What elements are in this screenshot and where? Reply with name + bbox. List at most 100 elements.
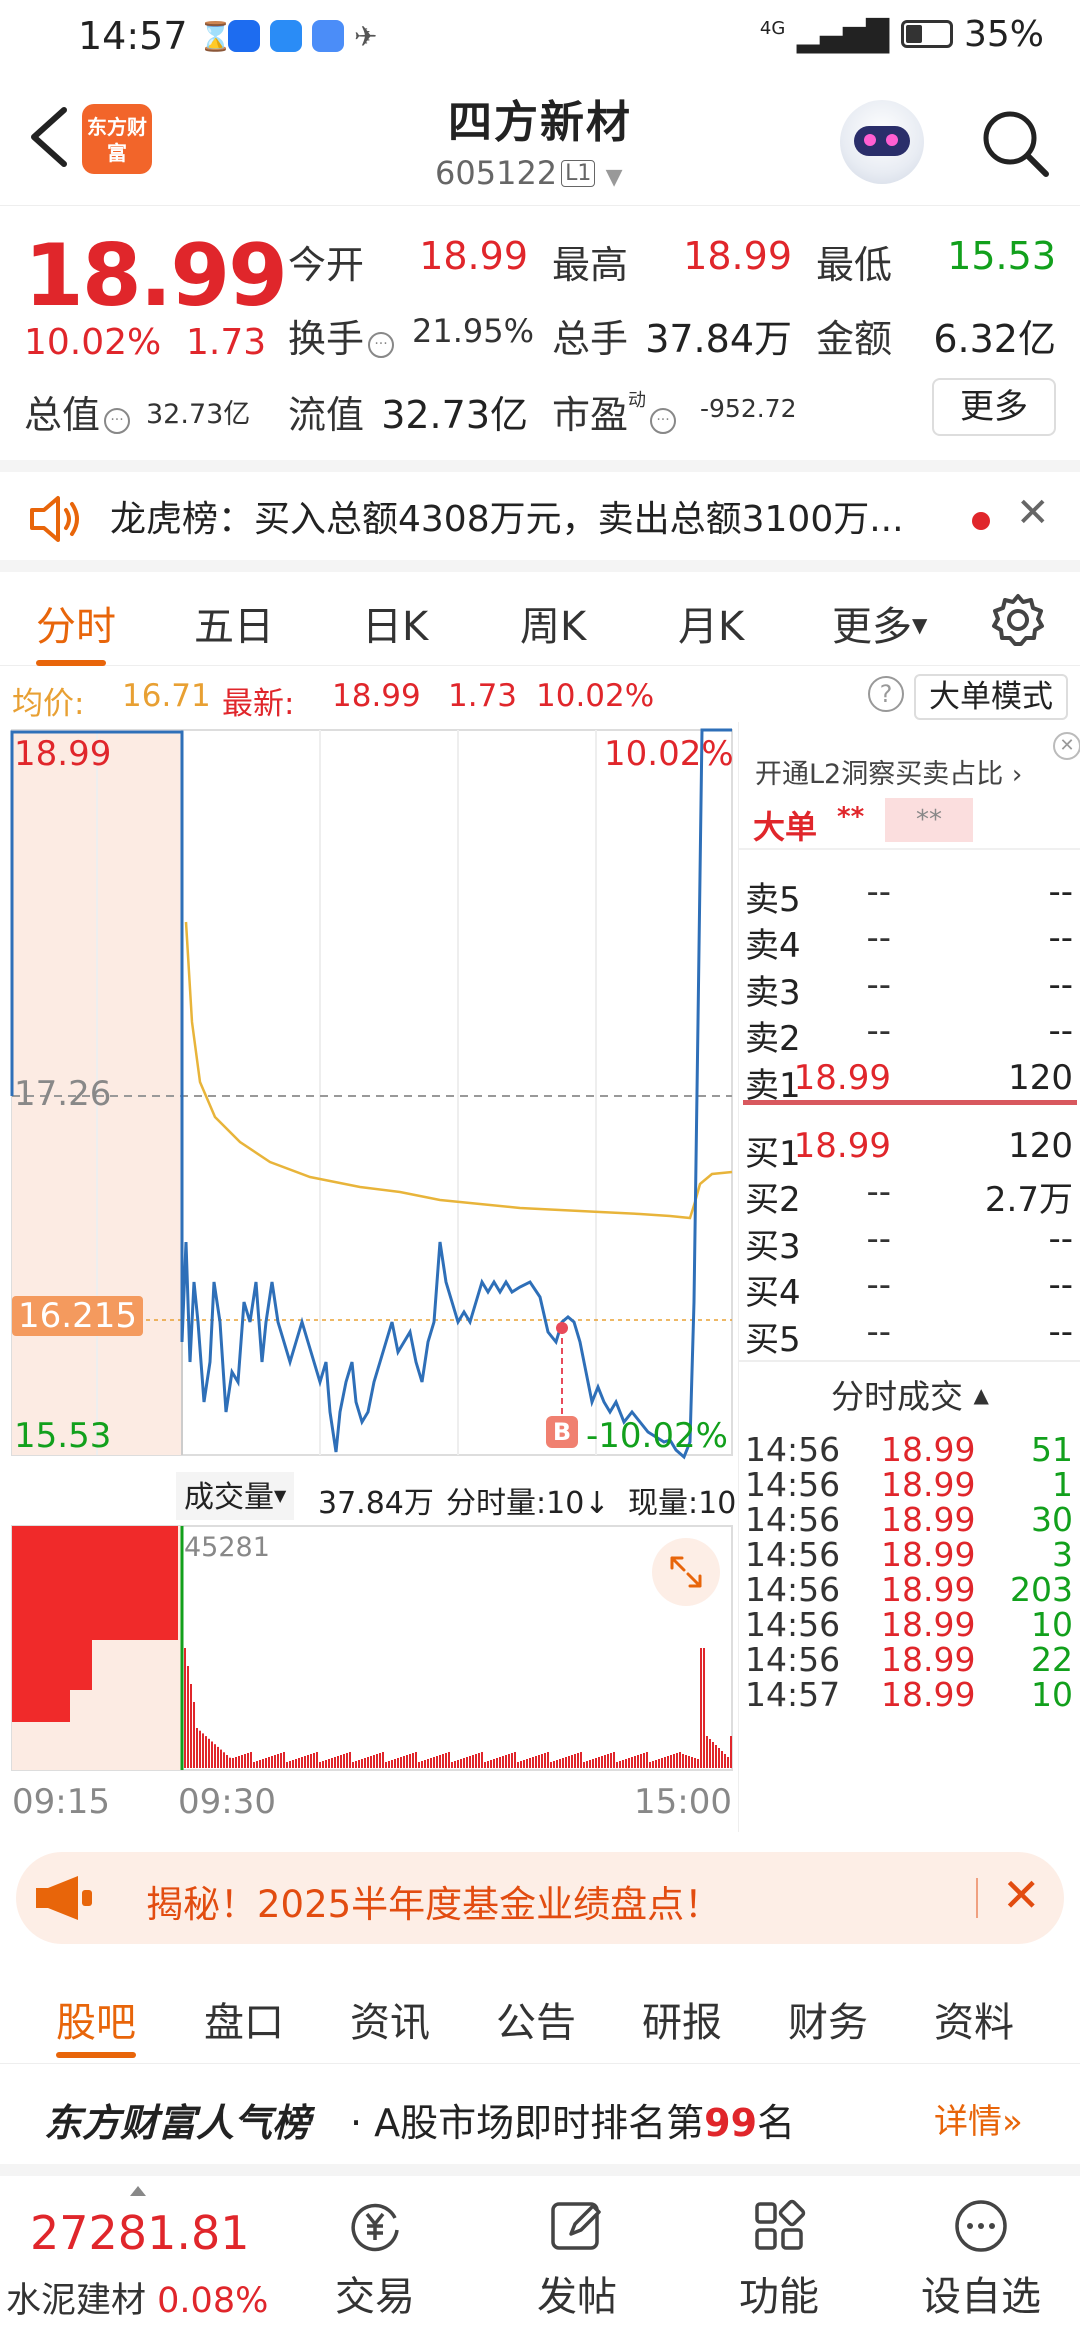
volume-bar xyxy=(478,1753,480,1768)
bid-row[interactable]: 买3 -- -- xyxy=(739,1219,1080,1267)
close-icon[interactable]: ✕ xyxy=(1053,732,1080,760)
nav-add-watchlist[interactable]: 设自选 xyxy=(916,2196,1046,2322)
volume-indicator-label: 成交量 xyxy=(184,1480,274,1515)
volume-bar xyxy=(382,1752,384,1768)
volume-bar xyxy=(517,1762,519,1768)
tab-weekly-k[interactable]: 周K xyxy=(520,594,586,652)
volume-total: 37.84万 xyxy=(318,1486,434,1521)
bid-row[interactable]: 买1 18.99 120 xyxy=(739,1126,1080,1174)
tab-guba[interactable]: 股吧 xyxy=(56,1990,136,2048)
ask-row[interactable]: 卖4 -- -- xyxy=(739,918,1080,966)
trades-title[interactable]: 分时成交 ▲ xyxy=(739,1370,1080,1418)
volume-bar xyxy=(706,1736,708,1768)
pe-sup: 动 xyxy=(628,390,647,411)
info-dots-icon[interactable]: ··· xyxy=(104,408,131,434)
volume-bar xyxy=(703,1648,705,1768)
chevron-right-icon: › xyxy=(1011,760,1023,790)
tab-monthly-k[interactable]: 月K xyxy=(678,594,744,652)
volume-bar xyxy=(436,1756,438,1768)
volume-bar xyxy=(379,1753,381,1768)
promo-banner[interactable]: 揭秘！2025半年度基金业绩盘点！ ✕ xyxy=(16,1852,1064,1944)
volume-indicator-selector[interactable]: 成交量▼ xyxy=(176,1472,295,1520)
info-dots-icon[interactable]: ··· xyxy=(650,408,677,434)
search-icon[interactable] xyxy=(980,108,1050,178)
nav-add-watchlist-label: 设自选 xyxy=(921,2274,1041,2320)
nav-trade[interactable]: 交易 xyxy=(310,2196,440,2322)
tab-announcements[interactable]: 公告 xyxy=(496,1990,576,2048)
unread-dot xyxy=(972,512,990,530)
index-value[interactable]: 27281.81 xyxy=(30,2206,250,2260)
close-icon[interactable]: ✕ xyxy=(1016,490,1050,536)
volume-bar xyxy=(295,1759,297,1768)
info-dots-icon[interactable]: ··· xyxy=(368,332,395,358)
volume-bar xyxy=(598,1757,600,1768)
dropdown-triangle-icon: ▼ xyxy=(274,1486,287,1505)
volume-bar xyxy=(280,1753,282,1768)
volume-bar xyxy=(553,1761,555,1768)
ask-row[interactable]: 卖1 18.99 120 xyxy=(739,1058,1080,1106)
volume-bar xyxy=(190,1684,192,1768)
expand-button-bg[interactable] xyxy=(652,1538,720,1606)
current-volume-text: 现量:10 xyxy=(628,1486,737,1521)
tab-research[interactable]: 研报 xyxy=(642,1990,722,2048)
volume-bar xyxy=(583,1762,585,1768)
tab-intraday[interactable]: 分时 xyxy=(36,594,116,652)
help-icon[interactable]: ? xyxy=(868,676,904,712)
bid-row[interactable]: 买2 -- 2.7万 xyxy=(739,1172,1080,1220)
ask-row[interactable]: 卖3 -- -- xyxy=(739,965,1080,1013)
l2-promo-link[interactable]: 开通L2洞察买卖占比 › xyxy=(755,752,1022,791)
volume-bar xyxy=(292,1760,294,1768)
ask-row[interactable]: 卖2 -- -- xyxy=(739,1011,1080,1059)
turnover-value: 21.95% xyxy=(412,312,535,350)
tab-finance[interactable]: 财务 xyxy=(788,1990,868,2048)
volume-bar xyxy=(226,1755,228,1768)
index-label[interactable]: 水泥建材 0.08% xyxy=(6,2272,268,2323)
chart-period-tabs: 分时 五日 日K 周K 月K 更多▼ xyxy=(0,560,1080,666)
gear-icon[interactable] xyxy=(990,592,1046,648)
volume-bar xyxy=(586,1761,588,1768)
popularity-rank-bar[interactable]: 东方财富人气榜 · A股市场即时排名第99名 详情» xyxy=(0,2064,1080,2164)
expand-up-icon[interactable] xyxy=(130,2186,146,2196)
volume-bar xyxy=(670,1755,672,1768)
details-link[interactable]: 详情» xyxy=(934,2094,1023,2143)
volume-bar xyxy=(277,1754,279,1768)
intraday-chart[interactable]: 18.99 10.02% 17.26 16.215 15.53 -10.02% … xyxy=(0,722,738,1832)
ask-row[interactable]: 卖5 -- -- xyxy=(739,872,1080,920)
tab-daily-k[interactable]: 日K xyxy=(362,594,428,652)
spread-divider xyxy=(743,1100,1077,1105)
more-button[interactable]: 更多 xyxy=(932,378,1056,436)
volume-bar xyxy=(415,1752,417,1768)
robot-assistant-avatar[interactable] xyxy=(840,100,924,184)
megaphone-icon xyxy=(36,1876,92,1920)
volume-bar xyxy=(406,1755,408,1768)
time-start-label: 09:15 xyxy=(12,1782,110,1822)
volume-bar xyxy=(355,1761,357,1768)
bid-price: -- xyxy=(866,1218,891,1259)
tab-pankou[interactable]: 盘口 xyxy=(204,1990,284,2048)
nav-post[interactable]: 发帖 xyxy=(512,2196,642,2322)
search-app-icon xyxy=(270,20,302,52)
bid-volume: 120 xyxy=(1008,1126,1073,1166)
stock-code-selector[interactable]: 605122 L1 ▼ xyxy=(435,154,623,192)
tab-more[interactable]: 更多▼ xyxy=(832,594,927,652)
volume-bar xyxy=(346,1753,348,1768)
close-icon[interactable]: ✕ xyxy=(1002,1868,1041,1922)
active-tab-underline xyxy=(56,2052,136,2058)
tab-five-day[interactable]: 五日 xyxy=(194,594,274,652)
nav-functions[interactable]: 功能 xyxy=(714,2196,844,2322)
send-icon: ✈ xyxy=(354,20,378,53)
hourglass-icon: ⌛ xyxy=(198,20,233,53)
dropdown-triangle-icon: ▼ xyxy=(912,613,928,637)
dragon-tiger-banner[interactable]: 龙虎榜：买入总额4308万元，卖出总额3100万... ✕ xyxy=(0,460,1080,560)
bid-row[interactable]: 买4 -- -- xyxy=(739,1265,1080,1313)
volume-bar xyxy=(397,1758,399,1768)
tab-news[interactable]: 资讯 xyxy=(350,1990,430,2048)
tab-profile[interactable]: 资料 xyxy=(934,1990,1014,2048)
volume-value: 37.84万 xyxy=(645,317,792,361)
top-price-label: 18.99 xyxy=(14,734,112,774)
big-order-mode-button[interactable]: 大单模式 xyxy=(914,674,1068,720)
trade-volume: 1 xyxy=(1052,1465,1073,1504)
volume-bar xyxy=(418,1762,420,1768)
nav-trade-label: 交易 xyxy=(335,2274,415,2320)
bid-row[interactable]: 买5 -- -- xyxy=(739,1312,1080,1360)
